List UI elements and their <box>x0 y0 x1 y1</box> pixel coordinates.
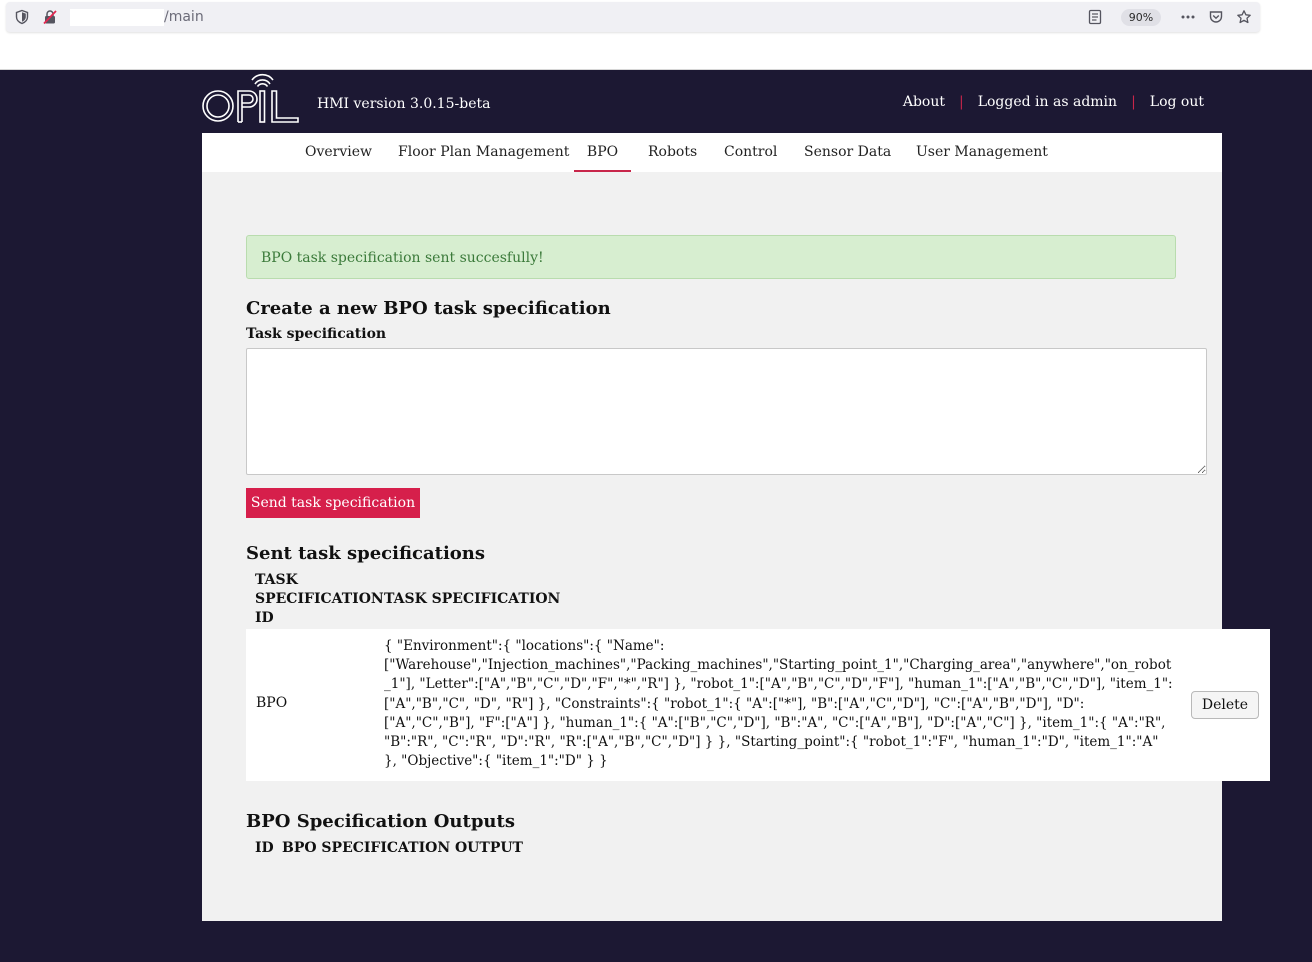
success-alert: BPO task specification sent succesfully! <box>246 235 1176 279</box>
column-header-task-specification-id[interactable]: TASK SPECIFICATION ID <box>255 571 384 628</box>
task-specification-label: Task specification <box>246 326 387 342</box>
insecure-lock-icon[interactable] <box>42 9 58 25</box>
column-header-task-specification[interactable]: TASK SPECIFICATION <box>384 590 560 609</box>
bookmark-star-icon[interactable] <box>1236 9 1252 25</box>
main-navigation: Overview Floor Plan Management BPO Robot… <box>202 133 1222 172</box>
header-separator: | <box>1131 94 1136 110</box>
send-task-specification-button[interactable]: Send task specification <box>246 488 420 518</box>
tab-bpo[interactable]: BPO <box>574 133 631 172</box>
tab-sensor-data[interactable]: Sensor Data <box>802 133 893 172</box>
tab-robots[interactable]: Robots <box>646 133 699 172</box>
table-row: BPO { "Environment":{ "locations":{ "Nam… <box>246 629 1270 781</box>
column-header-output-id[interactable]: ID <box>255 839 274 858</box>
header-links: About | Logged in as admin | Log out <box>903 94 1204 110</box>
task-spec-cell: { "Environment":{ "locations":{ "Name": … <box>384 638 1173 770</box>
header-separator: | <box>958 94 964 110</box>
shield-icon[interactable] <box>14 9 30 25</box>
url-path[interactable]: /main <box>164 9 204 25</box>
opil-logo <box>202 73 299 123</box>
tab-control[interactable]: Control <box>722 133 779 172</box>
tab-overview[interactable]: Overview <box>303 133 374 172</box>
delete-button[interactable]: Delete <box>1191 691 1259 719</box>
task-specification-input[interactable] <box>246 348 1207 475</box>
zoom-level-badge[interactable]: 90% <box>1121 9 1161 26</box>
tab-floor-plan-management[interactable]: Floor Plan Management <box>396 133 571 172</box>
outputs-section-title: BPO Specification Outputs <box>246 811 515 832</box>
hmi-version-label: HMI version 3.0.15-beta <box>317 96 491 112</box>
logged-in-user-link[interactable]: Logged in as admin <box>978 94 1117 110</box>
address-bar[interactable]: /main 90% <box>6 2 1260 32</box>
sent-section-title: Sent task specifications <box>246 543 486 564</box>
about-link[interactable]: About <box>903 94 945 110</box>
column-header-bpo-specification-output[interactable]: BPO SPECIFICATION OUTPUT <box>282 839 523 858</box>
redacted-host <box>70 9 164 26</box>
browser-toolbar: /main 90% <box>0 0 1312 70</box>
bpo-page-panel: BPO task specification sent succesfully!… <box>202 172 1270 921</box>
logout-link[interactable]: Log out <box>1150 94 1204 110</box>
task-id-cell: BPO <box>256 695 288 711</box>
more-actions-icon[interactable] <box>1180 9 1196 25</box>
reader-view-icon[interactable] <box>1087 9 1103 25</box>
pocket-icon[interactable] <box>1208 9 1224 25</box>
tab-user-management[interactable]: User Management <box>914 133 1050 172</box>
create-section-title: Create a new BPO task specification <box>246 298 611 319</box>
